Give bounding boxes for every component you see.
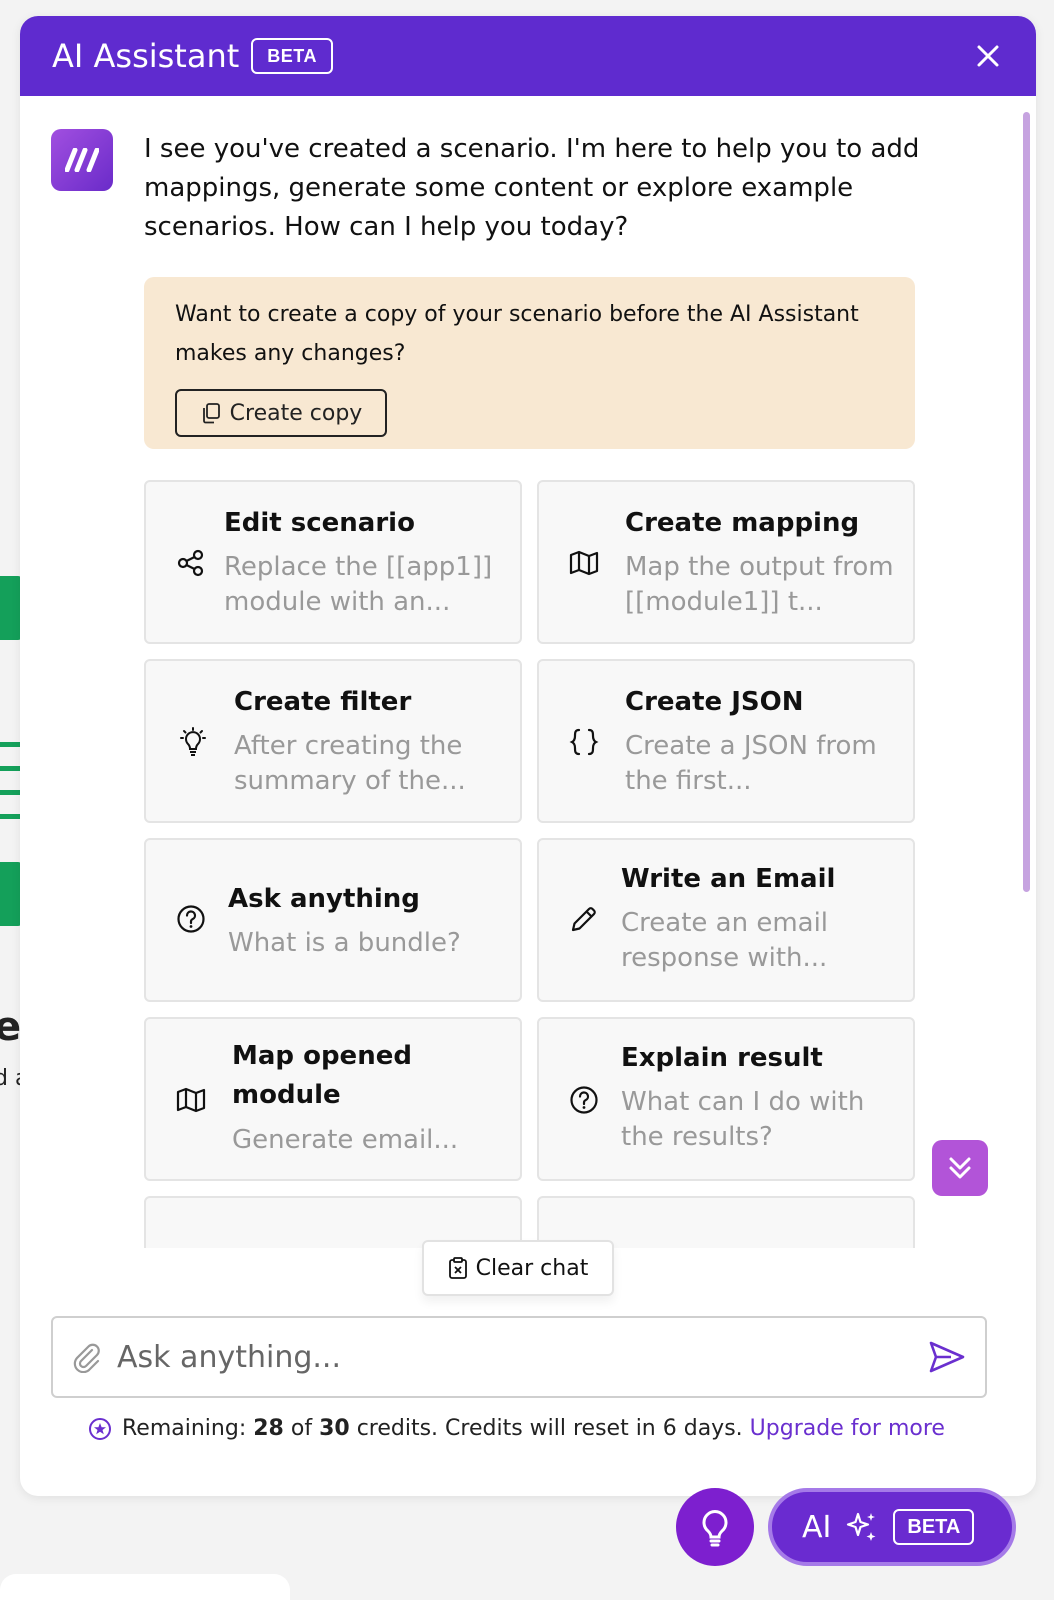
share-nodes-icon [177, 549, 204, 577]
suggestion-card-create-json[interactable]: Create JSON Create a JSON from the first… [537, 659, 915, 823]
clear-chat-label: Clear chat [475, 1255, 589, 1281]
paperclip-icon[interactable] [71, 1341, 103, 1373]
copy-scenario-prompt: Want to create a copy of your scenario b… [144, 277, 915, 449]
credits-of: of [290, 1416, 313, 1441]
bottom-panel-edge [0, 1574, 290, 1600]
background-node [0, 862, 22, 926]
card-title: Explain result [621, 1043, 823, 1073]
copy-icon [202, 403, 220, 424]
background-line [0, 814, 22, 819]
card-title: Map opened module [232, 1041, 412, 1110]
scroll-to-bottom-button[interactable] [932, 1140, 988, 1196]
background-line [0, 790, 22, 795]
double-chevron-down-icon [949, 1157, 971, 1179]
background-line [0, 766, 22, 771]
suggestion-card-explain-result[interactable]: Explain result What can I do with the re… [537, 1017, 915, 1181]
panel-title: AI Assistant [52, 37, 240, 75]
card-title: Create mapping [625, 508, 860, 538]
panel-header: AI Assistant BETA [20, 16, 1036, 96]
card-description: Replace the [[app1]] module with an... [224, 552, 493, 617]
ai-assistant-toggle[interactable]: AI BETA [768, 1488, 1016, 1566]
clear-clipboard-icon [448, 1257, 467, 1279]
lightbulb-icon [702, 1510, 728, 1547]
map-icon [176, 1087, 206, 1113]
background-heading: e [0, 1004, 22, 1050]
sparkles-icon [847, 1512, 876, 1541]
card-description: Create a JSON from the first... [625, 731, 877, 796]
chat-input[interactable] [117, 1339, 927, 1375]
credits-used: 28 [253, 1416, 284, 1441]
card-title: Create JSON [625, 687, 804, 717]
background-node [0, 576, 22, 640]
lightbulb-icon [180, 727, 206, 756]
credits-total: 30 [319, 1416, 350, 1441]
chat-scroll-area[interactable]: I see you've created a scenario. I'm her… [20, 96, 1036, 1248]
scrollbar[interactable] [1023, 112, 1030, 892]
create-copy-button[interactable]: Create copy [175, 389, 387, 437]
suggestion-card-edit-scenario[interactable]: Edit scenario Replace the [[app1]] modul… [144, 480, 522, 644]
suggestion-card-create-mapping[interactable]: Create mapping Map the output from [[mod… [537, 480, 915, 644]
card-description: Create an email response with... [621, 908, 829, 973]
card-title: Edit scenario [224, 508, 415, 538]
assistant-message: I see you've created a scenario. I'm her… [144, 134, 920, 242]
chat-input-box [51, 1316, 987, 1398]
upgrade-link[interactable]: Upgrade for more [750, 1416, 945, 1441]
map-icon [569, 550, 599, 576]
card-title: Create filter [234, 687, 412, 717]
close-icon[interactable] [972, 40, 1004, 72]
copy-prompt-text: Want to create a copy of your scenario b… [175, 302, 859, 366]
suggestion-card-create-filter[interactable]: Create filter After creating the summary… [144, 659, 522, 823]
credits-info: Remaining: 28 of 30 credits. Credits wil… [88, 1416, 988, 1441]
pencil-icon [571, 907, 596, 932]
braces-icon [569, 728, 599, 756]
ai-label: AI [802, 1509, 832, 1545]
star-circle-icon [89, 1417, 111, 1440]
credits-suffix: credits. Credits will reset in 6 days. [356, 1416, 743, 1441]
question-circle-icon [177, 905, 205, 933]
suggestion-card-map-opened-module[interactable]: Map opened module Generate email... [144, 1017, 522, 1181]
tips-button[interactable] [676, 1488, 754, 1566]
send-icon[interactable] [927, 1339, 967, 1375]
card-title: Write an Email [621, 864, 836, 894]
assistant-avatar [51, 129, 113, 191]
beta-badge: BETA [251, 38, 333, 74]
question-circle-icon [570, 1086, 598, 1114]
clear-chat-button[interactable]: Clear chat [422, 1240, 614, 1296]
card-description: What can I do with the results? [621, 1087, 865, 1152]
suggestion-card-ask-anything[interactable]: Ask anything What is a bundle? [144, 838, 522, 1002]
card-title: Ask anything [228, 884, 420, 914]
card-description: Generate email... [232, 1125, 459, 1155]
background-line [0, 742, 22, 747]
card-description: Map the output from [[module1]] t... [625, 552, 894, 617]
create-copy-label: Create copy [229, 400, 363, 426]
beta-badge: BETA [893, 1509, 975, 1545]
ai-assistant-panel: AI Assistant BETA I see you've created a… [20, 16, 1036, 1496]
card-description: After creating the summary of the... [234, 731, 466, 796]
credits-prefix: Remaining: [122, 1416, 247, 1441]
suggestion-card-write-email[interactable]: Write an Email Create an email response … [537, 838, 915, 1002]
card-description: What is a bundle? [228, 928, 461, 958]
